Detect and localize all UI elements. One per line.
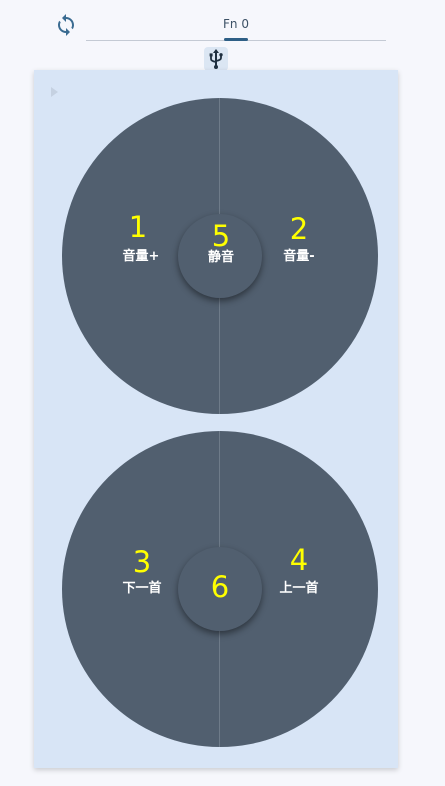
knob-bottom: 3 下一首 4 上一首 6 — [62, 431, 378, 747]
knob-top: 1 音量+ 2 音量- 5 静音 — [62, 98, 378, 414]
key-5-label: 静音 — [207, 250, 234, 265]
sync-button[interactable] — [54, 13, 78, 37]
key-3-label: 下一首 — [122, 581, 162, 596]
key-1-number: 1 — [128, 210, 148, 244]
usb-icon — [209, 49, 223, 69]
key-2-number: 2 — [289, 212, 309, 246]
play-icon — [51, 87, 58, 97]
tab-fn0[interactable]: Fn 0 — [206, 17, 266, 31]
key-6-button[interactable]: 6 — [178, 547, 262, 631]
key-3-number: 3 — [132, 545, 152, 579]
key-4-label: 上一首 — [279, 581, 319, 596]
key-5-number: 5 — [211, 219, 231, 253]
key-6-number: 6 — [210, 570, 230, 604]
key-panel: 1 音量+ 2 音量- 5 静音 3 下一首 4 上一首 6 — [34, 70, 398, 768]
key-2-label: 音量- — [283, 249, 315, 264]
usb-button[interactable] — [204, 47, 228, 71]
sync-icon — [58, 14, 74, 36]
key-4-number: 4 — [289, 543, 309, 577]
key-5-button[interactable]: 5 静音 — [178, 214, 262, 298]
tab-indicator — [224, 38, 248, 41]
key-1-label: 音量+ — [122, 249, 160, 264]
